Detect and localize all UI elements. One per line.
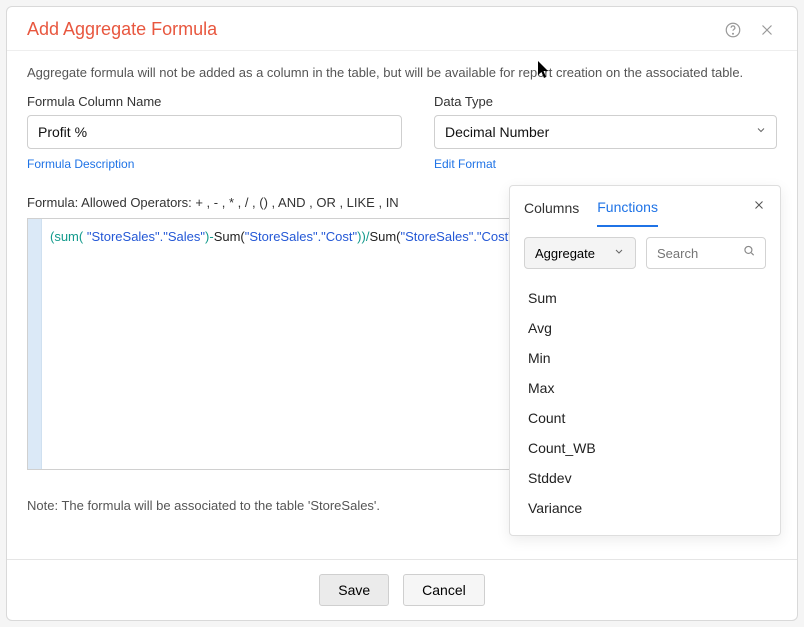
- function-item[interactable]: Max: [510, 373, 780, 403]
- dialog-title: Add Aggregate Formula: [27, 19, 709, 40]
- cancel-button[interactable]: Cancel: [403, 574, 485, 606]
- search-icon: [742, 244, 756, 263]
- tok: Sum(: [214, 229, 245, 244]
- tok: (sum(: [50, 229, 83, 244]
- tab-functions[interactable]: Functions: [597, 199, 658, 227]
- tok: "StoreSales"."Cost": [401, 229, 513, 244]
- panel-controls: Aggregate: [510, 227, 780, 279]
- function-item[interactable]: Stddev: [510, 463, 780, 493]
- add-aggregate-dialog: Add Aggregate Formula Aggregate formula …: [6, 6, 798, 621]
- panel-tabs: Columns Functions: [510, 186, 780, 227]
- editor-gutter: [28, 219, 42, 469]
- formula-description-link[interactable]: Formula Description: [27, 157, 402, 171]
- function-item[interactable]: Avg: [510, 313, 780, 343]
- tok: ))/: [357, 229, 369, 244]
- field-row: Formula Column Name Formula Description …: [27, 94, 777, 171]
- function-category-value: Aggregate: [535, 246, 595, 261]
- function-item[interactable]: Count_WB: [510, 433, 780, 463]
- function-item[interactable]: Min: [510, 343, 780, 373]
- data-type-label: Data Type: [434, 94, 777, 109]
- dialog-description: Aggregate formula will not be added as a…: [27, 65, 777, 80]
- function-item[interactable]: Variance: [510, 493, 780, 523]
- tok: )-: [205, 229, 214, 244]
- tok: "StoreSales"."Sales": [83, 229, 205, 244]
- function-list: SumAvgMinMaxCountCount_WBStddevVariance: [510, 279, 780, 527]
- function-item[interactable]: Count: [510, 403, 780, 433]
- edit-format-link[interactable]: Edit Format: [434, 157, 777, 171]
- dialog-footer: Save Cancel: [7, 559, 797, 620]
- dialog-header: Add Aggregate Formula: [7, 7, 797, 51]
- save-button[interactable]: Save: [319, 574, 389, 606]
- formula-name-field: Formula Column Name Formula Description: [27, 94, 402, 171]
- data-type-field: Data Type Edit Format: [434, 94, 777, 171]
- function-category-select[interactable]: Aggregate: [524, 237, 636, 269]
- formula-name-input[interactable]: [27, 115, 402, 149]
- formula-name-label: Formula Column Name: [27, 94, 402, 109]
- close-icon[interactable]: [757, 20, 777, 40]
- data-type-value[interactable]: [434, 115, 777, 149]
- help-icon[interactable]: [723, 20, 743, 40]
- tok: Sum(: [369, 229, 400, 244]
- functions-panel: Columns Functions Aggregate SumAvgMinMax…: [509, 185, 781, 536]
- function-item[interactable]: Sum: [510, 283, 780, 313]
- function-search: [646, 237, 766, 269]
- tab-columns[interactable]: Columns: [524, 200, 579, 226]
- tok: "StoreSales"."Cost": [245, 229, 357, 244]
- data-type-select[interactable]: [434, 115, 777, 149]
- panel-close-icon[interactable]: [752, 198, 766, 227]
- chevron-down-icon: [613, 246, 625, 261]
